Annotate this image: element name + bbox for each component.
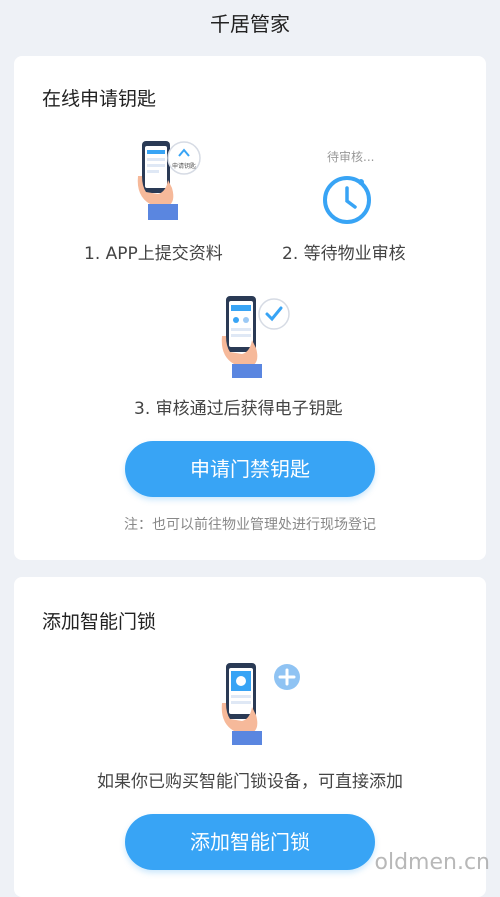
add-smart-lock-button[interactable]: 添加智能门锁 <box>125 814 375 870</box>
add-smart-lock-card: 添加智能门锁 如果你已购买智能门锁设备，可直接添加 添加智能门锁 <box>14 577 486 897</box>
step-1-label: 1. APP上提交资料 <box>84 244 223 264</box>
apply-key-card-title: 在线申请钥匙 <box>42 88 157 110</box>
smart-lock-illustration <box>221 663 300 745</box>
page-title: 千居管家 <box>0 0 500 48</box>
phone-apply-text: 申请钥匙 <box>172 162 196 170</box>
key-obtained-illustration <box>221 296 290 378</box>
clock-icon <box>323 176 371 224</box>
step-3-label: 3. 审核通过后获得电子钥匙 <box>134 399 343 419</box>
watermark: oldmen.cn <box>374 850 490 875</box>
onsite-registration-note: 注：也可以前往物业管理处进行现场登记 <box>124 517 376 533</box>
step-2-label: 2. 等待物业审核 <box>282 244 406 264</box>
smart-lock-description: 如果你已购买智能门锁设备，可直接添加 <box>97 772 403 792</box>
pending-status-text: 待审核... <box>327 150 375 164</box>
add-smart-lock-card-title: 添加智能门锁 <box>42 611 157 633</box>
apply-access-key-button[interactable]: 申请门禁钥匙 <box>125 441 375 497</box>
apply-key-card: 在线申请钥匙 申请钥匙 1. APP上提交资料 待审核... 2. 等待物业审核 <box>14 56 486 560</box>
submit-info-illustration: 申请钥匙 <box>137 141 201 220</box>
